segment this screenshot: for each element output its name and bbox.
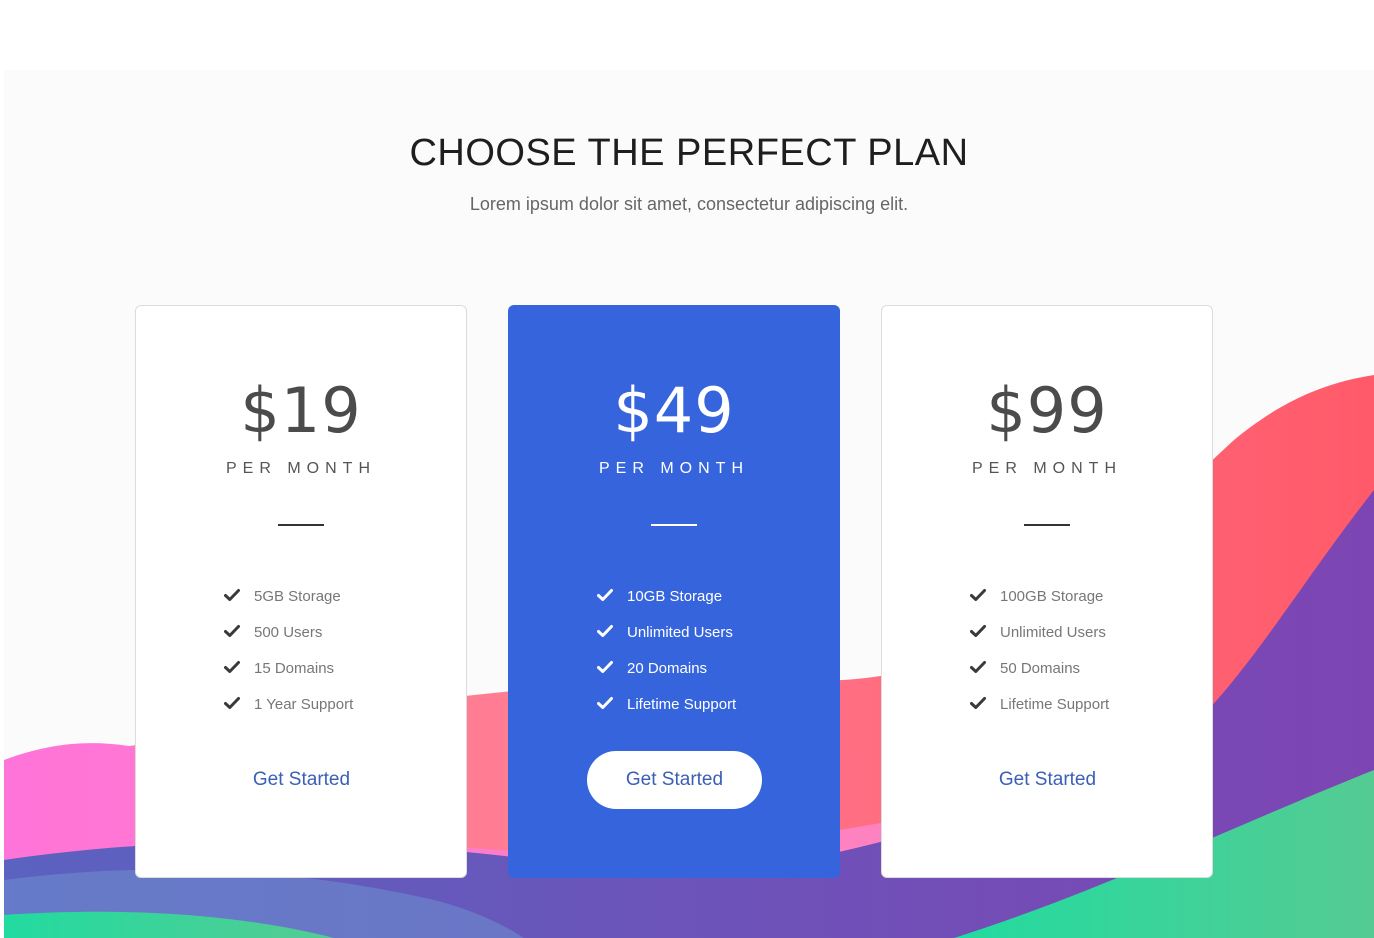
pricing-card-basic: $19 PER MONTH 5GB Storage 500 Users 15 D… — [135, 305, 467, 878]
divider — [278, 524, 324, 526]
get-started-button[interactable]: Get Started — [214, 751, 389, 809]
get-started-button[interactable]: Get Started — [587, 751, 762, 809]
feature-item: Unlimited Users — [597, 614, 736, 650]
feature-label: 500 Users — [254, 623, 323, 641]
divider — [651, 524, 697, 526]
check-icon — [597, 696, 627, 712]
page-title: CHOOSE THE PERFECT PLAN — [409, 132, 969, 174]
get-started-button[interactable]: Get Started — [960, 751, 1135, 809]
check-icon — [597, 660, 627, 676]
plan-price: $49 — [613, 374, 735, 447]
check-icon — [970, 696, 1000, 712]
feature-label: 1 Year Support — [254, 695, 354, 713]
feature-item: 5GB Storage — [224, 578, 353, 614]
feature-item: 500 Users — [224, 614, 353, 650]
feature-item: Unlimited Users — [970, 614, 1109, 650]
check-icon — [597, 588, 627, 604]
check-icon — [970, 624, 1000, 640]
pricing-card-premium: $99 PER MONTH 100GB Storage Unlimited Us… — [881, 305, 1213, 878]
feature-item: 15 Domains — [224, 650, 353, 686]
feature-label: 10GB Storage — [627, 587, 723, 605]
check-icon — [224, 660, 254, 676]
feature-list: 5GB Storage 500 Users 15 Domains 1 Year … — [224, 578, 353, 722]
plan-price: $19 — [240, 374, 362, 447]
feature-list: 10GB Storage Unlimited Users 20 Domains … — [597, 578, 736, 722]
feature-label: Lifetime Support — [1000, 695, 1110, 713]
feature-item: 10GB Storage — [597, 578, 736, 614]
check-icon — [970, 660, 1000, 676]
check-icon — [224, 624, 254, 640]
feature-item: Lifetime Support — [970, 686, 1109, 722]
check-icon — [597, 624, 627, 640]
feature-label: 15 Domains — [254, 659, 335, 677]
feature-item: 100GB Storage — [970, 578, 1109, 614]
feature-item: 20 Domains — [597, 650, 736, 686]
feature-list: 100GB Storage Unlimited Users 50 Domains… — [970, 578, 1109, 722]
plan-price: $99 — [986, 374, 1108, 447]
feature-label: 50 Domains — [1000, 659, 1081, 677]
divider — [1024, 524, 1070, 526]
feature-item: Lifetime Support — [597, 686, 736, 722]
check-icon — [224, 696, 254, 712]
feature-label: 20 Domains — [627, 659, 708, 677]
feature-label: 5GB Storage — [254, 587, 341, 605]
feature-item: 50 Domains — [970, 650, 1109, 686]
page-subtitle: Lorem ipsum dolor sit amet, consectetur … — [469, 194, 909, 214]
feature-label: 100GB Storage — [1000, 587, 1104, 605]
plan-period: PER MONTH — [972, 460, 1122, 477]
pricing-card-featured: $49 PER MONTH 10GB Storage Unlimited Use… — [508, 305, 840, 878]
plan-period: PER MONTH — [226, 460, 376, 477]
feature-label: Lifetime Support — [627, 695, 737, 713]
feature-item: 1 Year Support — [224, 686, 353, 722]
check-icon — [224, 588, 254, 604]
feature-label: Unlimited Users — [1000, 623, 1106, 641]
plan-period: PER MONTH — [599, 460, 749, 477]
feature-label: Unlimited Users — [627, 623, 733, 641]
check-icon — [970, 588, 1000, 604]
pricing-section: CHOOSE THE PERFECT PLAN Lorem ipsum dolo… — [4, 70, 1374, 938]
